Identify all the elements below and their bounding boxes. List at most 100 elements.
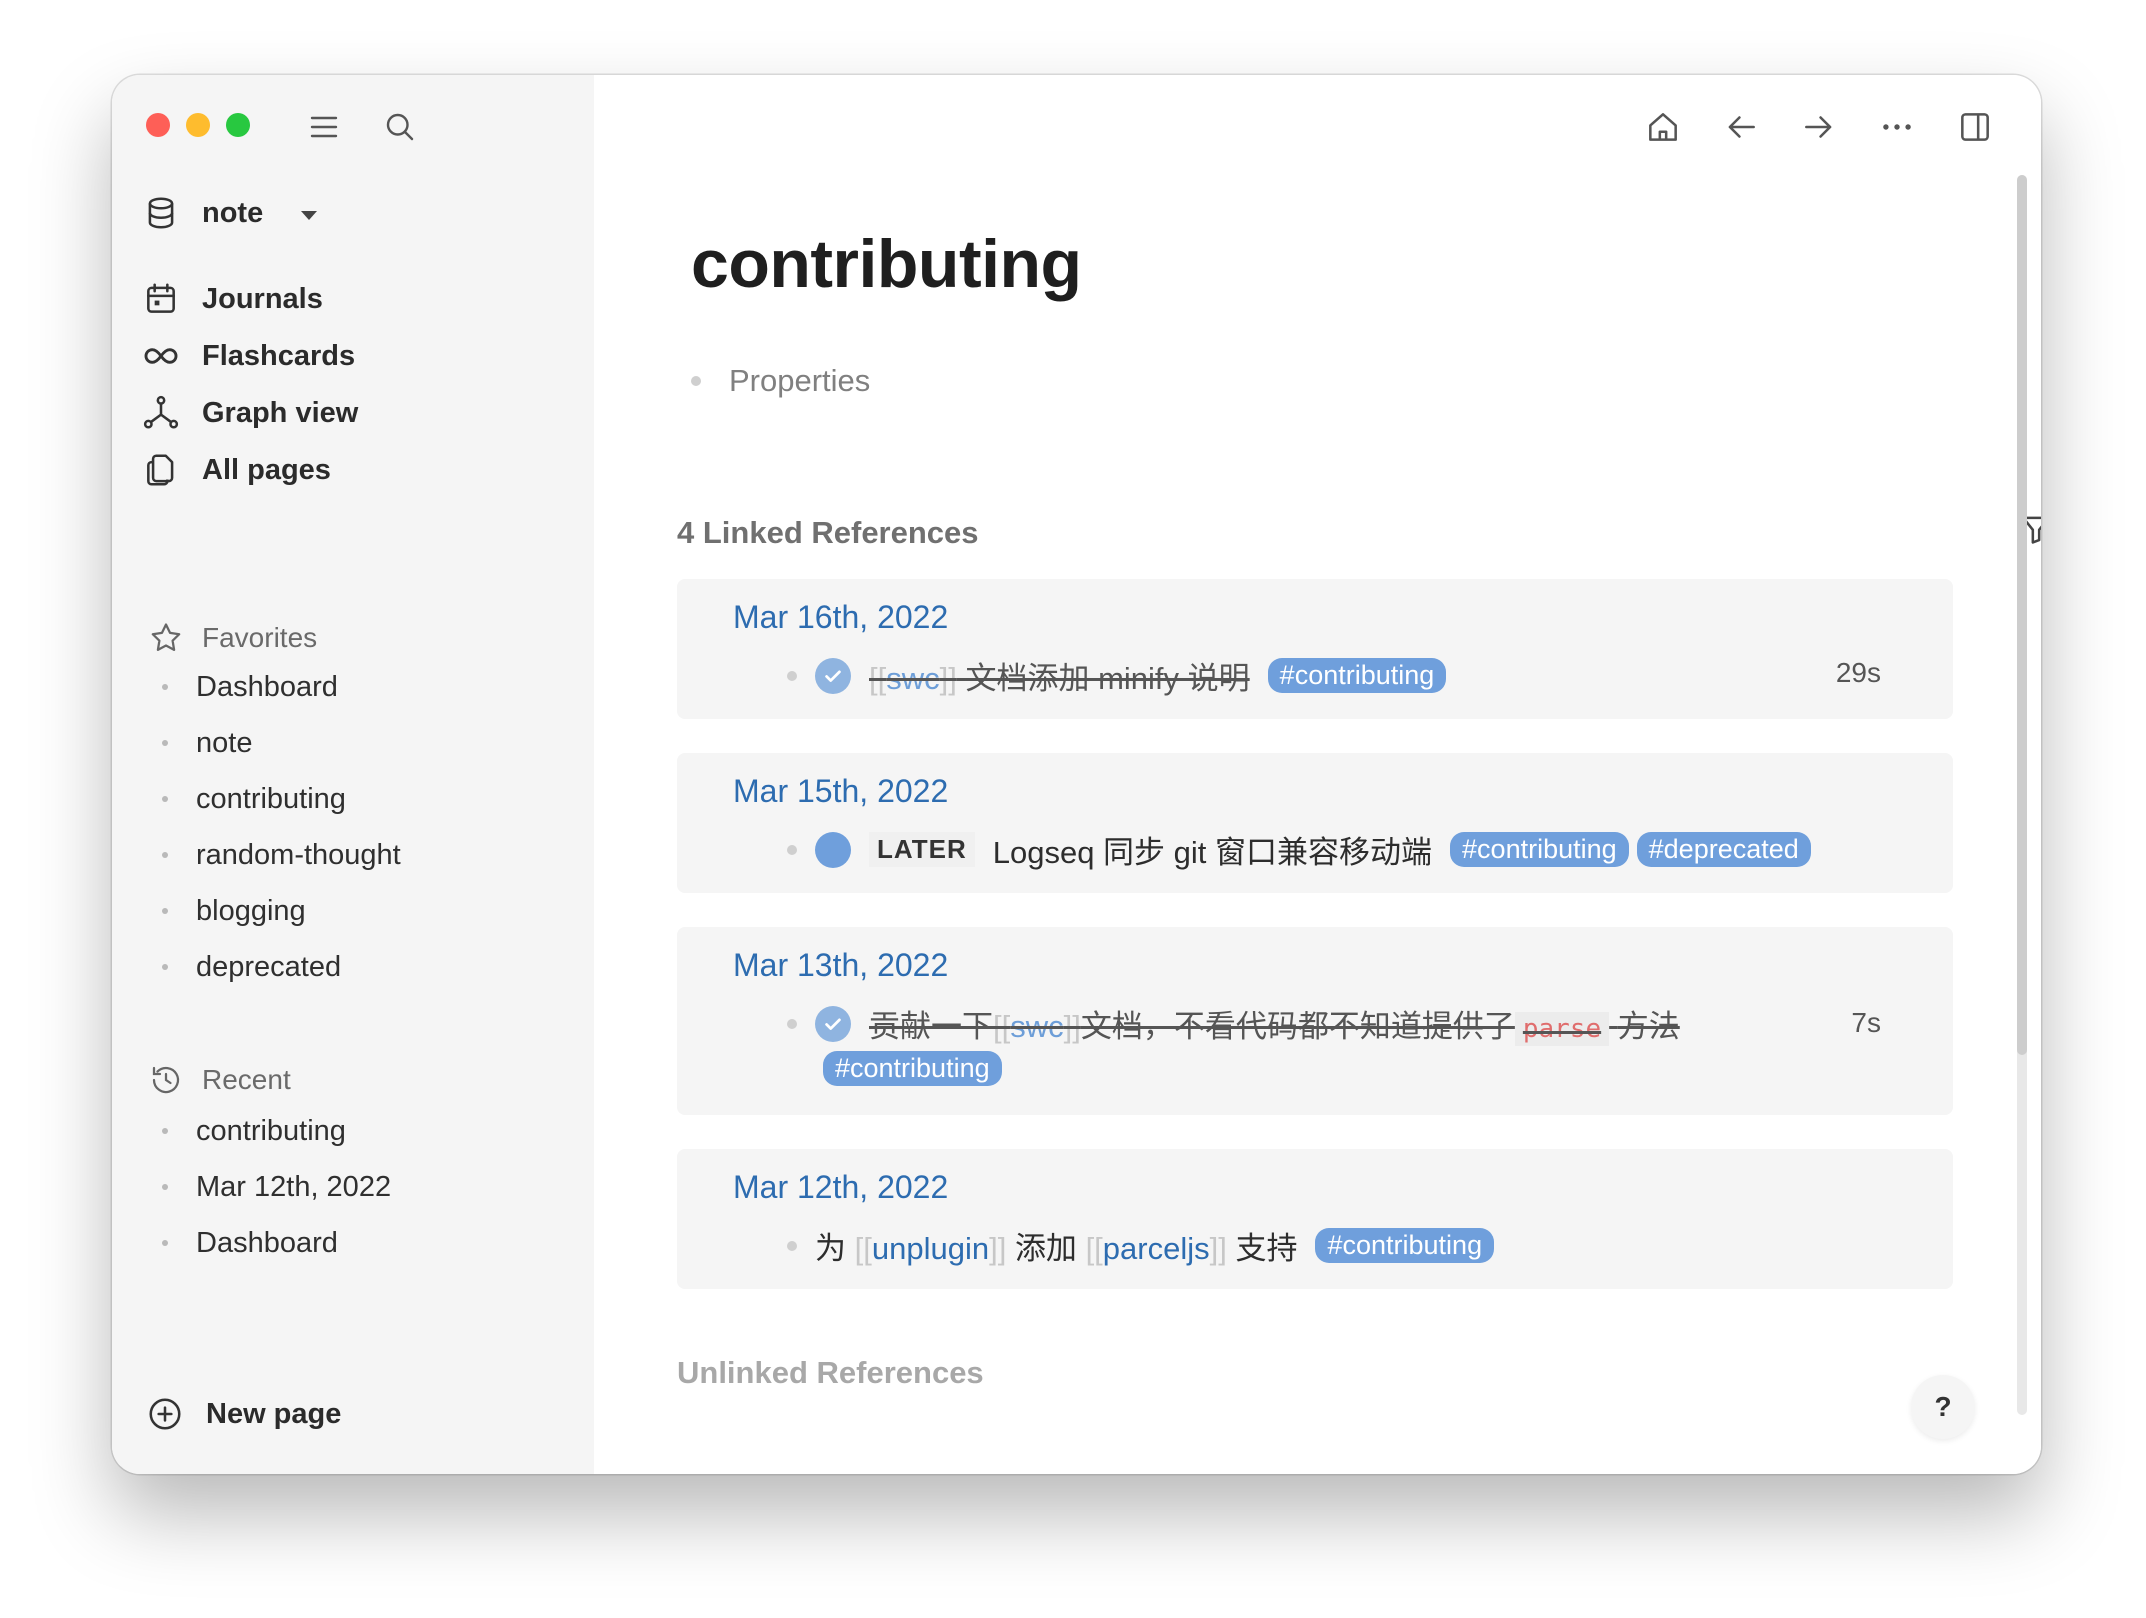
- arrow-left-icon[interactable]: [1719, 105, 1763, 149]
- recent-header[interactable]: Recent: [148, 1062, 291, 1098]
- bullet: [162, 796, 168, 802]
- minimize-window-button[interactable]: [186, 113, 210, 137]
- scrollbar[interactable]: [2017, 175, 2027, 1415]
- page-ref-swc[interactable]: swc: [886, 661, 939, 696]
- block-text: 为 [[unplugin]] 添加 [[parceljs]] 支持: [815, 1231, 1298, 1266]
- bullet: [162, 908, 168, 914]
- bullet: [162, 684, 168, 690]
- reference-block[interactable]: 为 [[unplugin]] 添加 [[parceljs]] 支持 #contr…: [787, 1223, 1495, 1268]
- properties-block[interactable]: Properties: [691, 363, 870, 399]
- pages-icon: [147, 454, 174, 486]
- bullet: [787, 1240, 797, 1251]
- tag-contributing[interactable]: #contributing: [1450, 832, 1629, 867]
- reference-block[interactable]: 贡献一下[[swc]]文档，不看代码都不知道提供了 parse 方法: [787, 1001, 1680, 1046]
- linked-references-header[interactable]: 4 Linked References: [677, 515, 979, 551]
- new-page-button[interactable]: New page: [146, 1395, 341, 1433]
- tag-contributing[interactable]: #contributing: [1315, 1228, 1495, 1263]
- block-text: Logseq 同步 git 窗口兼容移动端: [992, 835, 1433, 870]
- done-checkbox[interactable]: [815, 657, 851, 694]
- graph-name: note: [202, 196, 264, 229]
- database-icon: [148, 197, 174, 229]
- bullet: [162, 1128, 168, 1134]
- reference-date-link[interactable]: Mar 15th, 2022: [733, 773, 948, 810]
- reference-card: Mar 15th, 2022 LATER Logseq 同步 git 窗口兼容移…: [677, 753, 1953, 893]
- left-sidebar: note Journals Flashcards Graph view All …: [112, 75, 594, 1474]
- timer-value: 29s: [1835, 657, 1881, 688]
- bullet: [787, 844, 797, 855]
- unlinked-references-header[interactable]: Unlinked References: [677, 1355, 984, 1391]
- later-marker[interactable]: LATER: [869, 832, 975, 867]
- timer-value: 7s: [1851, 1007, 1881, 1038]
- infinity-icon: [144, 348, 178, 364]
- menu-icon[interactable]: [304, 107, 344, 147]
- maximize-window-button[interactable]: [226, 113, 250, 137]
- block-bullet[interactable]: [815, 831, 851, 868]
- page-title[interactable]: contributing: [691, 225, 1082, 303]
- nav-journals[interactable]: Journals: [142, 271, 323, 327]
- favorite-item[interactable]: contributing: [162, 771, 401, 827]
- bullet: [787, 670, 797, 681]
- top-toolbar: [1641, 105, 1997, 149]
- search-icon[interactable]: [380, 107, 420, 147]
- arrow-right-icon[interactable]: [1797, 105, 1841, 149]
- graph-icon: [143, 395, 179, 429]
- favorite-item[interactable]: Dashboard: [162, 659, 401, 715]
- bullet: [162, 964, 168, 970]
- right-sidebar-toggle-icon[interactable]: [1953, 105, 1997, 149]
- chevron-down-icon: [301, 210, 318, 220]
- help-button[interactable]: ?: [1911, 1375, 1975, 1439]
- page-ref-parceljs[interactable]: parceljs: [1103, 1231, 1210, 1266]
- nav-label: Graph view: [202, 396, 359, 429]
- calendar-icon: [147, 283, 175, 313]
- close-window-button[interactable]: [146, 113, 170, 137]
- reference-card: Mar 13th, 2022 贡献一下[[swc]]文档，不看代码都不知道提供了…: [677, 927, 1953, 1115]
- favorites-list: Dashboard note contributing random-thoug…: [162, 659, 401, 995]
- bullet: [162, 740, 168, 746]
- home-icon[interactable]: [1641, 105, 1685, 149]
- favorite-item[interactable]: deprecated: [162, 939, 401, 995]
- reference-block[interactable]: [[swc]] 文档添加 minify 说明 #contributing: [787, 653, 1447, 698]
- graph-selector[interactable]: note: [142, 185, 318, 241]
- block-text: 贡献一下[[swc]]文档，不看代码都不知道提供了 parse 方法: [869, 1009, 1680, 1046]
- page-ref-unplugin[interactable]: unplugin: [872, 1231, 989, 1266]
- favorite-item[interactable]: blogging: [162, 883, 401, 939]
- bullet: [691, 376, 701, 386]
- tag-deprecated[interactable]: #deprecated: [1636, 832, 1811, 867]
- reference-date-link[interactable]: Mar 16th, 2022: [733, 599, 948, 636]
- reference-block[interactable]: LATER Logseq 同步 git 窗口兼容移动端 #contributin…: [787, 827, 1811, 872]
- nav-graph-view[interactable]: Graph view: [142, 385, 358, 441]
- favorite-item[interactable]: random-thought: [162, 827, 401, 883]
- reference-date-link[interactable]: Mar 12th, 2022: [733, 1169, 948, 1206]
- favorites-header[interactable]: Favorites: [148, 620, 317, 656]
- page-ref-swc[interactable]: swc: [1010, 1009, 1063, 1044]
- reference-card: Mar 16th, 2022 [[swc]] 文档添加 minify 说明 #c…: [677, 579, 1953, 719]
- bullet: [787, 1018, 797, 1029]
- bullet: [162, 1240, 168, 1246]
- recent-item[interactable]: contributing: [162, 1103, 391, 1159]
- check-icon: [825, 670, 841, 682]
- done-checkbox[interactable]: [815, 1005, 851, 1042]
- inline-code: parse: [1514, 1012, 1610, 1046]
- window-controls: [146, 113, 250, 137]
- nav-flashcards[interactable]: Flashcards: [142, 328, 355, 384]
- nav-label: Journals: [202, 282, 323, 315]
- star-icon: [151, 623, 181, 651]
- more-icon[interactable]: [1875, 105, 1919, 149]
- nav-label: All pages: [202, 453, 331, 486]
- reference-date-link[interactable]: Mar 13th, 2022: [733, 947, 948, 984]
- recent-item[interactable]: Mar 12th, 2022: [162, 1159, 391, 1215]
- scrollbar-thumb[interactable]: [2017, 175, 2027, 1055]
- app-window: note Journals Flashcards Graph view All …: [112, 75, 2041, 1474]
- bullet: [162, 1184, 168, 1190]
- recent-list: contributing Mar 12th, 2022 Dashboard: [162, 1103, 391, 1271]
- nav-all-pages[interactable]: All pages: [142, 442, 331, 498]
- favorite-item[interactable]: note: [162, 715, 401, 771]
- tag-contributing[interactable]: #contributing: [823, 1051, 1002, 1086]
- tag-contributing[interactable]: #contributing: [1267, 658, 1447, 693]
- bullet: [162, 852, 168, 858]
- nav-label: Flashcards: [202, 339, 356, 372]
- main-content: contributing Properties 4 Linked Referen…: [594, 75, 2041, 1474]
- plus-circle-icon: [149, 1398, 181, 1430]
- block-text: [[swc]] 文档添加 minify 说明: [869, 661, 1250, 696]
- recent-item[interactable]: Dashboard: [162, 1215, 391, 1271]
